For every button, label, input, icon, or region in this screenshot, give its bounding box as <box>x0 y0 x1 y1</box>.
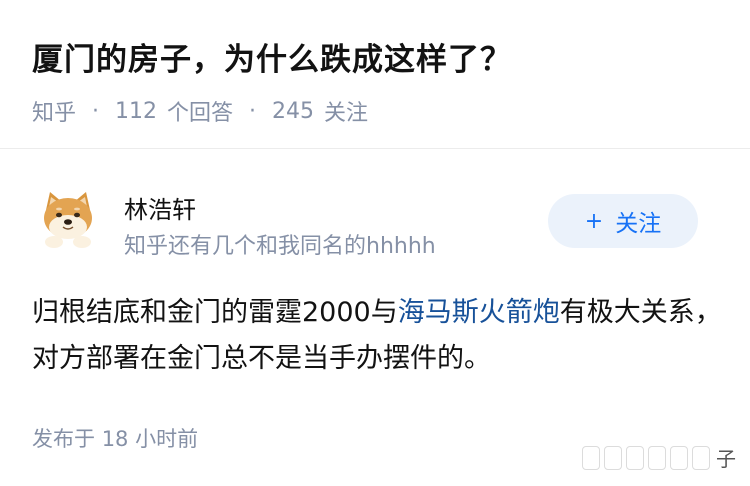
answer-body: 归根结底和金门的雷霆2000与海马斯火箭炮有极大关系，对方部署在金门总不是当手办… <box>32 290 722 382</box>
watermark-bar-icon <box>692 445 710 470</box>
watermark-bar-icon <box>604 445 622 470</box>
separator-dot: · <box>249 98 257 124</box>
watermark-bar-icon <box>670 445 688 470</box>
answer-text: 归根结底和金门的雷霆2000与 <box>32 297 398 328</box>
author-bio: 知乎还有几个和我同名的hhhhh <box>124 234 436 259</box>
source-label[interactable]: 知乎 <box>32 95 76 127</box>
follow-button[interactable]: + 关注 <box>548 194 698 248</box>
author-name[interactable]: 林浩轩 <box>124 190 196 225</box>
publish-label: 发布于 <box>32 427 95 451</box>
publish-time-value: 18 小时前 <box>101 427 199 451</box>
followers-label: 关注 <box>324 101 369 126</box>
answers-label[interactable]: 个回答 <box>167 95 233 127</box>
plus-icon: + <box>584 208 604 234</box>
followers-count: 245 <box>272 98 315 124</box>
doge-avatar-icon[interactable] <box>36 188 100 252</box>
watermark-text: 子 <box>716 447 736 471</box>
answer-link[interactable]: 海马斯火箭炮 <box>398 297 560 328</box>
publish-time: 发布于 18 小时前 <box>32 423 198 453</box>
separator-dot: · <box>92 98 100 124</box>
answer-page: 厦门的房子，为什么跌成这样了？ 知乎 · 112 个回答 · 245 关注 林浩… <box>0 0 750 486</box>
watermark-bar-icon <box>648 445 666 470</box>
divider <box>0 148 750 149</box>
watermark-bar-icon <box>626 445 644 470</box>
question-meta: 知乎 · 112 个回答 · 245 关注 <box>32 95 368 127</box>
answers-count: 112 <box>115 98 158 124</box>
watermark-bar-icon <box>582 445 600 470</box>
follow-button-label: 关注 <box>615 211 662 237</box>
watermark: 子 <box>582 443 736 472</box>
question-title[interactable]: 厦门的房子，为什么跌成这样了？ <box>32 34 512 79</box>
